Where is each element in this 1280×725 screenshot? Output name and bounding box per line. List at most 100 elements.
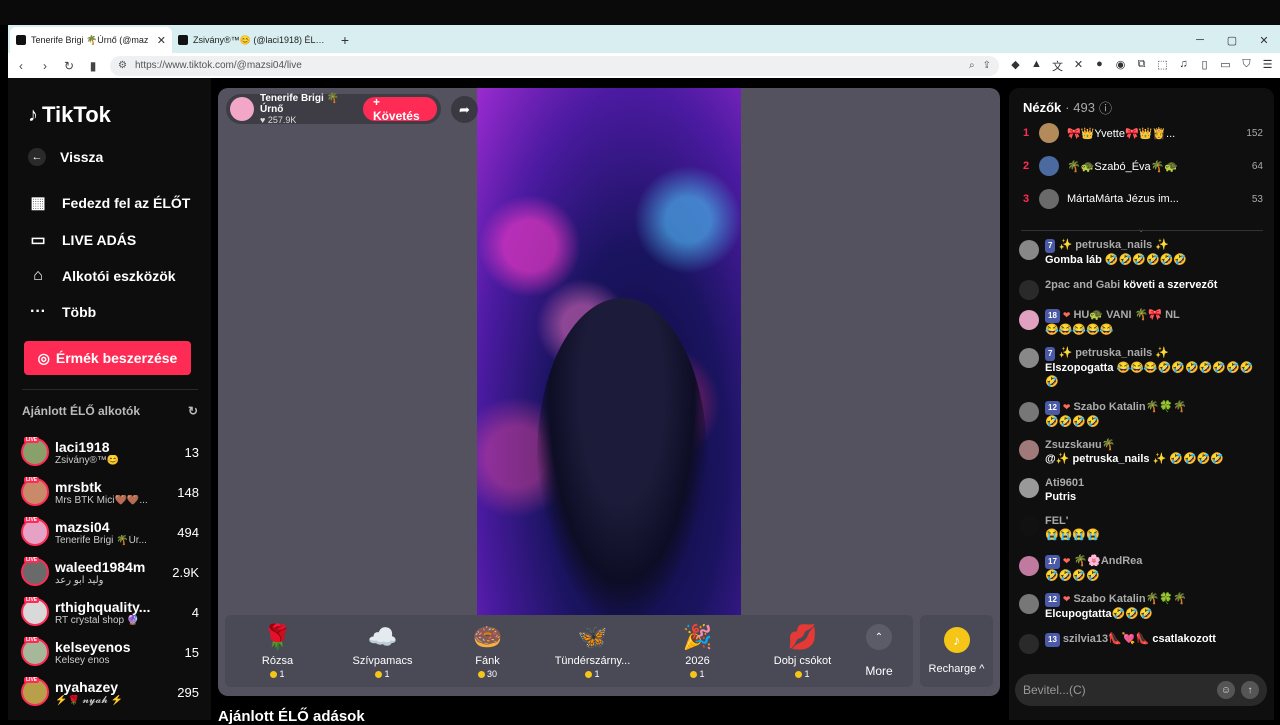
bookmark-icon[interactable]: ▮ xyxy=(86,59,100,73)
gift-item[interactable]: 🌹 Rózsa 1 xyxy=(225,623,330,679)
viewer-name: MártaMárta Jézus im... xyxy=(1067,193,1179,205)
avatar[interactable] xyxy=(1019,402,1039,422)
close-window-icon[interactable]: ✕ xyxy=(1248,34,1280,47)
creator-item[interactable]: LIVE waleed1984m وليد ابو رعد 2.9K xyxy=(21,552,199,592)
chat-username[interactable]: HU🐢 VANI 🌴🎀 NL xyxy=(1073,309,1179,321)
vpn-icon[interactable]: ⛉ xyxy=(1240,58,1253,74)
nav-label: Alkotói eszközök xyxy=(62,268,176,284)
top-viewer-row[interactable]: 3 MártaMárta Jézus im... 53 xyxy=(1023,187,1263,211)
creator-item[interactable]: LIVE kelseyenos Kelsey enos 15 xyxy=(21,632,199,672)
creator-name: laci1918 xyxy=(55,438,110,455)
heart-badge-icon: ❤ xyxy=(1062,402,1071,412)
reload-icon[interactable]: ↻ xyxy=(62,59,76,73)
extension-icon[interactable]: ◉ xyxy=(1114,58,1127,74)
viewers-label: Nézők xyxy=(1023,100,1062,115)
rewards-icon[interactable]: ▲ xyxy=(1030,58,1043,74)
menu-icon[interactable]: ☰ xyxy=(1261,58,1274,74)
top-viewer-row[interactable]: 2 🌴🐢Szabó_Éva🌴🐢 64 xyxy=(1023,154,1263,178)
chat-input-bar: ☺ ↑ xyxy=(1015,674,1267,706)
extension-icon[interactable]: ⬚ xyxy=(1156,58,1169,74)
avatar[interactable] xyxy=(1019,556,1039,576)
avatar[interactable] xyxy=(1019,478,1039,498)
chat-username[interactable]: Szabo Katalin🌴🍀🌴 xyxy=(1073,401,1186,413)
creator-nickname: Kelsey enos xyxy=(55,654,110,666)
gift-item[interactable]: ☁️ Szívpamacs 1 xyxy=(330,623,435,679)
gift-name: Fánk xyxy=(475,655,500,667)
extension-icon[interactable]: ✕ xyxy=(1072,58,1085,74)
share-icon[interactable]: ➦ xyxy=(451,96,478,123)
send-icon[interactable]: ↑ xyxy=(1241,681,1259,699)
recharge-button[interactable]: ♪ Recharge ^ xyxy=(920,615,993,687)
zoom-icon[interactable]: ⌕ xyxy=(969,60,975,71)
creator-item[interactable]: LIVE laci1918 Zsivány®™😊 13 xyxy=(21,432,199,472)
creator-item[interactable]: LIVE mazsi04 Tenerife Brigi 🌴Úr... 494 xyxy=(21,512,199,552)
nav-explore-live[interactable]: ▦ Fedezd fel az ÉLŐT xyxy=(28,193,190,213)
host-avatar[interactable] xyxy=(230,97,254,121)
live-video[interactable] xyxy=(477,88,741,615)
creator-item[interactable]: LIVE mrsbtk Mrs BTK Mici🤎🤎... 148 xyxy=(21,472,199,512)
creator-item[interactable]: LIVE nyahazey ⚡🌹 𝓷𝔂𝓪𝓱 ⚡ 295 xyxy=(21,672,199,712)
back-icon[interactable]: ‹ xyxy=(14,59,28,73)
camera-icon: ▭ xyxy=(30,232,46,249)
chat-username[interactable]: FEL' xyxy=(1045,515,1068,527)
avatar[interactable] xyxy=(1019,440,1039,460)
chat-text: Putris xyxy=(1045,491,1077,503)
browser-tab[interactable]: Zsivány®™😊 (@laci1918) ÉLŐ adás xyxy=(172,27,334,53)
refresh-icon[interactable]: ↻ xyxy=(188,404,198,418)
new-tab-button[interactable]: + xyxy=(334,27,356,53)
share-page-icon[interactable]: ⇪ xyxy=(983,60,991,71)
viewers-header: Nézők · 493 ⓘ xyxy=(1023,98,1112,117)
sidebar-toggle-icon[interactable]: ▯ xyxy=(1198,58,1211,74)
nav-more[interactable]: ··· Több xyxy=(28,303,96,321)
chat-message: 17 ❤ 🌴🌸AndRea 🤣🤣🤣🤣 xyxy=(1019,554,1265,583)
forward-icon[interactable]: › xyxy=(38,59,52,73)
avatar xyxy=(1039,156,1059,176)
creator-item[interactable]: LIVE rthighquality... RT crystal shop 🔮 4 xyxy=(21,592,199,632)
translate-icon[interactable]: 文 xyxy=(1051,58,1064,74)
avatar[interactable] xyxy=(1019,348,1039,368)
avatar[interactable] xyxy=(1019,240,1039,260)
media-icon[interactable]: ♫ xyxy=(1177,58,1190,74)
site-settings-icon[interactable]: ⚙ xyxy=(118,60,127,71)
minimize-icon[interactable]: ─ xyxy=(1184,34,1216,46)
avatar[interactable] xyxy=(1019,594,1039,614)
avatar[interactable] xyxy=(1019,516,1039,536)
chat-input[interactable] xyxy=(1023,683,1211,697)
gift-item[interactable]: 🎉 2026 1 xyxy=(645,623,750,679)
chat-username[interactable]: 2pac and Gabi xyxy=(1045,279,1120,291)
gift-item[interactable]: 💋 Dobj csókot 1 xyxy=(750,623,855,679)
tiktok-logo[interactable]: ♪ TikTok xyxy=(28,102,111,128)
nav-go-live[interactable]: ▭ LIVE ADÁS xyxy=(28,230,136,250)
info-icon[interactable]: ⓘ xyxy=(1099,98,1112,117)
browser-tab-active[interactable]: Tenerife Brigi 🌴Úrnő (@maz ✕ xyxy=(10,27,172,53)
emoji-icon[interactable]: ☺ xyxy=(1217,681,1235,699)
close-tab-icon[interactable]: ✕ xyxy=(157,34,166,47)
chat-username[interactable]: Szabo Katalin🌴🍀🌴 xyxy=(1073,593,1186,605)
coin-icon xyxy=(795,670,803,678)
host-name[interactable]: Tenerife Brigi 🌴Úrnő xyxy=(260,93,357,115)
chat-message: Ati9601 Putris xyxy=(1019,476,1265,504)
chat-username[interactable]: ✨ petruska_nails ✨ xyxy=(1058,347,1169,359)
chat-message: Zsuzskaнu🌴 @✨ petruska_nails ✨ 🤣🤣🤣🤣 xyxy=(1019,438,1265,466)
top-viewer-row[interactable]: 1 🎀👑Yvette🎀👑👸... 152 xyxy=(1023,121,1263,145)
get-coins-button[interactable]: ◎ Érmék beszerzése xyxy=(24,341,191,375)
back-button[interactable]: ← Vissza xyxy=(28,148,103,166)
more-gifts-button[interactable]: ⌃ More xyxy=(855,624,903,678)
chat-username[interactable]: 🌴🌸AndRea xyxy=(1073,555,1142,567)
chat-username[interactable]: ✨ petruska_nails ✨ xyxy=(1058,239,1169,251)
brave-shield-icon[interactable]: ◆ xyxy=(1009,58,1022,74)
url-field[interactable]: ⚙ https://www.tiktok.com/@mazsi04/live ⌕… xyxy=(110,55,999,76)
chat-username[interactable]: szilvia13👠💘👠 xyxy=(1063,633,1149,645)
gift-price: 1 xyxy=(585,669,600,679)
chat-username[interactable]: Ati9601 xyxy=(1045,477,1084,489)
nav-creator-tools[interactable]: ⌂ Alkotói eszközök xyxy=(28,267,176,285)
wallet-icon[interactable]: ▭ xyxy=(1219,58,1232,74)
gift-item[interactable]: 🦋 Tündérszárny... 1 xyxy=(540,623,645,679)
avatar[interactable] xyxy=(1019,310,1039,330)
maximize-icon[interactable]: ▢ xyxy=(1216,34,1248,47)
puzzle-icon[interactable]: ⧉ xyxy=(1135,58,1148,74)
extension-icon[interactable]: ● xyxy=(1093,58,1106,74)
gift-item[interactable]: 🍩 Fánk 30 xyxy=(435,623,540,679)
follow-button[interactable]: + Követés xyxy=(362,95,437,123)
chat-username[interactable]: Zsuzskaнu🌴 xyxy=(1045,439,1115,451)
